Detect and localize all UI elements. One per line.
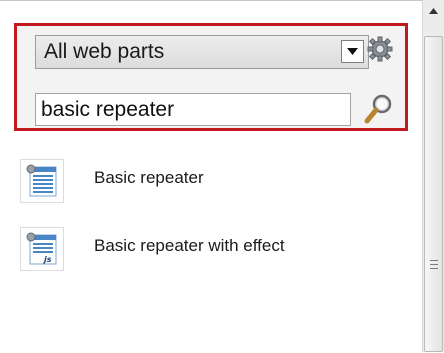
scroll-up-arrow-icon[interactable] (423, 0, 444, 22)
webpart-catalog-panel: All web parts basic repeater Basic repea… (0, 0, 422, 353)
scrollbar-grip-icon (430, 260, 438, 269)
list-item[interactable]: js Basic repeater with effect (20, 227, 410, 271)
vertical-scrollbar[interactable] (422, 0, 444, 352)
search-input[interactable] (35, 93, 351, 126)
svg-text:js: js (42, 255, 52, 264)
gear-icon[interactable] (365, 34, 395, 64)
search-icon[interactable] (361, 90, 397, 128)
scrollbar-thumb[interactable] (424, 36, 443, 352)
category-dropdown[interactable]: All web parts (35, 35, 369, 69)
webpart-js-icon: js (20, 227, 64, 271)
list-item-label: Basic repeater (94, 168, 204, 187)
dropdown-arrow-icon[interactable] (341, 40, 364, 63)
list-item-label: Basic repeater with effect (94, 236, 285, 255)
filter-area: All web parts (14, 23, 408, 131)
list-item[interactable]: Basic repeater (20, 159, 410, 203)
category-dropdown-value: All web parts (44, 40, 165, 63)
webpart-list-icon (20, 159, 64, 203)
